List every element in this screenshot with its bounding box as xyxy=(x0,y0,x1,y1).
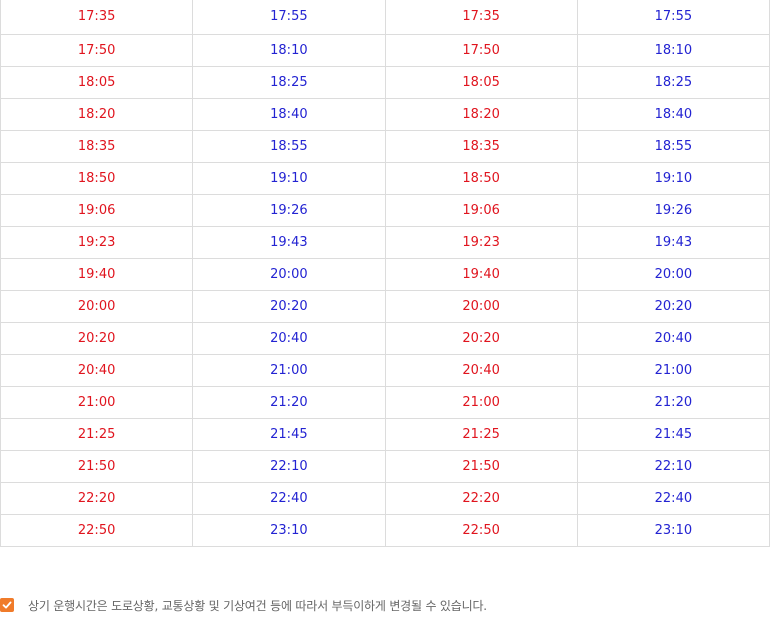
departure-time-cell: 19:23 xyxy=(384,225,578,259)
arrival-time-cell: 21:45 xyxy=(192,417,386,451)
arrival-time-cell: 18:55 xyxy=(192,129,386,163)
arrival-time-cell: 19:10 xyxy=(576,161,771,195)
departure-time-cell: 21:50 xyxy=(0,449,194,483)
arrival-time-cell: 22:10 xyxy=(192,449,386,483)
departure-time-cell: 22:50 xyxy=(384,513,578,547)
table-row: 22:20 22:40 22:20 22:40 xyxy=(0,481,771,515)
departure-time-cell: 18:20 xyxy=(384,97,578,131)
departure-time-cell: 18:35 xyxy=(384,129,578,163)
departure-time-cell: 21:25 xyxy=(0,417,194,451)
table-row: 21:50 22:10 21:50 22:10 xyxy=(0,449,771,483)
departure-time-cell: 20:20 xyxy=(0,321,194,355)
departure-time-cell: 19:40 xyxy=(0,257,194,291)
arrival-time-cell: 23:10 xyxy=(576,513,771,547)
arrival-time-cell: 18:10 xyxy=(192,33,386,67)
arrival-time-cell: 18:10 xyxy=(576,33,771,67)
departure-time-cell: 22:20 xyxy=(0,481,194,515)
departure-time-cell: 18:05 xyxy=(384,65,578,99)
arrival-time-cell: 22:40 xyxy=(576,481,771,515)
table-row: 20:00 20:20 20:00 20:20 xyxy=(0,289,771,323)
departure-time-cell: 18:20 xyxy=(0,97,194,131)
arrival-time-cell: 20:00 xyxy=(192,257,386,291)
arrival-time-cell: 20:20 xyxy=(576,289,771,323)
schedule-notice: 상기 운행시간은 도로상황, 교통상황 및 기상여건 등에 따라서 부득이하게 … xyxy=(0,596,487,614)
table-row: 19:23 19:43 19:23 19:43 xyxy=(0,225,771,259)
table-row: 18:20 18:40 18:20 18:40 xyxy=(0,97,771,131)
departure-time-cell: 20:40 xyxy=(0,353,194,387)
arrival-time-cell: 20:40 xyxy=(576,321,771,355)
table-row: 19:40 20:00 19:40 20:00 xyxy=(0,257,771,291)
departure-time-cell: 22:20 xyxy=(384,481,578,515)
table-row: 21:00 21:20 21:00 21:20 xyxy=(0,385,771,419)
departure-time-cell: 21:50 xyxy=(384,449,578,483)
departure-time-cell: 17:50 xyxy=(0,33,194,67)
arrival-time-cell: 21:00 xyxy=(576,353,771,387)
arrival-time-cell: 17:55 xyxy=(192,0,386,35)
arrival-time-cell: 20:00 xyxy=(576,257,771,291)
arrival-time-cell: 17:55 xyxy=(576,0,771,35)
arrival-time-cell: 21:00 xyxy=(192,353,386,387)
departure-time-cell: 19:40 xyxy=(384,257,578,291)
arrival-time-cell: 19:10 xyxy=(192,161,386,195)
arrival-time-cell: 19:26 xyxy=(192,193,386,227)
table-row: 18:35 18:55 18:35 18:55 xyxy=(0,129,771,163)
departure-time-cell: 18:35 xyxy=(0,129,194,163)
arrival-time-cell: 21:45 xyxy=(576,417,771,451)
arrival-time-cell: 18:25 xyxy=(192,65,386,99)
table-row: 18:05 18:25 18:05 18:25 xyxy=(0,65,771,99)
table-row: 17:35 17:55 17:35 17:55 xyxy=(0,0,771,35)
departure-time-cell: 22:50 xyxy=(0,513,194,547)
arrival-time-cell: 22:40 xyxy=(192,481,386,515)
schedule-table: 17:35 17:55 17:35 17:55 17:50 18:10 17:50 18:10… xyxy=(0,0,771,547)
departure-time-cell: 19:23 xyxy=(0,225,194,259)
arrival-time-cell: 20:20 xyxy=(192,289,386,323)
table-row: 17:50 18:10 17:50 18:10 xyxy=(0,33,771,67)
departure-time-cell: 19:06 xyxy=(0,193,194,227)
notice-text: 상기 운행시간은 도로상황, 교통상황 및 기상여건 등에 따라서 부득이하게 … xyxy=(28,598,487,613)
arrival-time-cell: 23:10 xyxy=(192,513,386,547)
arrival-time-cell: 19:26 xyxy=(576,193,771,227)
departure-time-cell: 20:20 xyxy=(384,321,578,355)
departure-time-cell: 21:25 xyxy=(384,417,578,451)
check-icon xyxy=(0,598,14,612)
departure-time-cell: 21:00 xyxy=(0,385,194,419)
departure-time-cell: 17:35 xyxy=(0,0,194,35)
arrival-time-cell: 22:10 xyxy=(576,449,771,483)
table-row: 18:50 19:10 18:50 19:10 xyxy=(0,161,771,195)
table-row: 20:40 21:00 20:40 21:00 xyxy=(0,353,771,387)
departure-time-cell: 17:50 xyxy=(384,33,578,67)
departure-time-cell: 20:40 xyxy=(384,353,578,387)
departure-time-cell: 19:06 xyxy=(384,193,578,227)
arrival-time-cell: 18:40 xyxy=(192,97,386,131)
departure-time-cell: 20:00 xyxy=(0,289,194,323)
table-row: 20:20 20:40 20:20 20:40 xyxy=(0,321,771,355)
departure-time-cell: 18:05 xyxy=(0,65,194,99)
departure-time-cell: 20:00 xyxy=(384,289,578,323)
arrival-time-cell: 21:20 xyxy=(576,385,771,419)
departure-time-cell: 17:35 xyxy=(384,0,578,35)
arrival-time-cell: 19:43 xyxy=(576,225,771,259)
arrival-time-cell: 18:25 xyxy=(576,65,771,99)
arrival-time-cell: 21:20 xyxy=(192,385,386,419)
departure-time-cell: 18:50 xyxy=(384,161,578,195)
table-row: 19:06 19:26 19:06 19:26 xyxy=(0,193,771,227)
schedule-table-body: 17:35 17:55 17:35 17:55 17:50 18:10 17:50 18:10… xyxy=(0,0,771,547)
departure-time-cell: 21:00 xyxy=(384,385,578,419)
arrival-time-cell: 19:43 xyxy=(192,225,386,259)
arrival-time-cell: 18:40 xyxy=(576,97,771,131)
arrival-time-cell: 18:55 xyxy=(576,129,771,163)
table-row: 22:50 23:10 22:50 23:10 xyxy=(0,513,771,547)
table-row: 21:25 21:45 21:25 21:45 xyxy=(0,417,771,451)
arrival-time-cell: 20:40 xyxy=(192,321,386,355)
departure-time-cell: 18:50 xyxy=(0,161,194,195)
